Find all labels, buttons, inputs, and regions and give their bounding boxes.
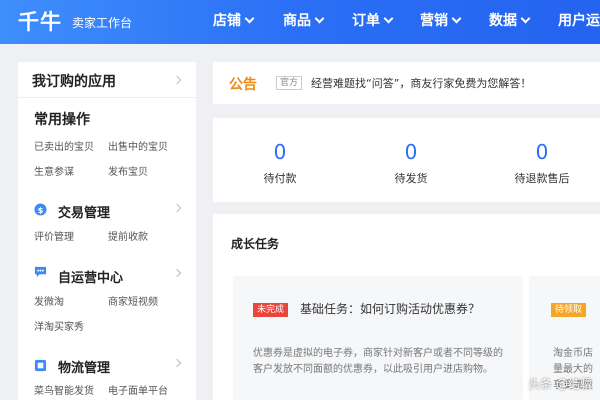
top-header: 千牛 卖家工作台 店铺 商品 订单 营销 数据 用户运: [0, 0, 600, 44]
stat-pending-shipment-label: 待发货: [394, 172, 428, 185]
sidebar-title: 我订购的应用: [32, 74, 116, 90]
link-post-weitao[interactable]: 发微淘: [34, 293, 64, 308]
task-card[interactable]: 未完成 基础任务：如何订购活动优惠券？ 优惠券是虚拟的电子券，商家针对新客户或者…: [233, 276, 523, 400]
order-stats: 0 待付款 0 待发货 0 待退款售后: [213, 118, 600, 202]
link-business-advisor[interactable]: 生意参谋: [34, 163, 74, 178]
sidebar: 我订购的应用 常用操作 已卖出的宝贝 出售中的宝贝 生意参谋 发布宝贝 $ 交易…: [18, 62, 196, 400]
watermark: 头条 @结骥: [528, 377, 592, 391]
link-buyer-show[interactable]: 洋淘买家秀: [34, 318, 84, 333]
nav-products[interactable]: 商品: [283, 10, 325, 30]
announcement-bar: 公告 官方 经营难题找“问答”，商友行家免费为您解答！: [213, 62, 600, 104]
status-badge: 待领取: [551, 303, 587, 317]
nav-marketing[interactable]: 营销: [420, 10, 462, 30]
chevron-right-icon: [172, 75, 182, 85]
link-early-payment[interactable]: 提前收款: [108, 228, 148, 243]
announcement-text[interactable]: 经营难题找“问答”，商友行家免费为您解答！: [311, 75, 531, 91]
section-title-trade: 交易管理: [58, 206, 111, 221]
yuan-icon: $: [34, 203, 47, 216]
link-review-management[interactable]: 评价管理: [34, 228, 74, 243]
svg-text:$: $: [38, 205, 44, 215]
link-cainiao-shipping[interactable]: 菜鸟智能发货: [34, 382, 94, 397]
chevron-down-icon: [314, 13, 325, 24]
task-title[interactable]: 基础任务：如何订购活动优惠券？: [300, 300, 480, 317]
status-badge: 未完成: [253, 303, 289, 317]
nav-shop[interactable]: 店铺: [213, 10, 255, 30]
chevron-right-icon[interactable]: [172, 203, 182, 213]
task-description: 优惠券是虚拟的电子券，商家针对新客户或者不同等级的客户发放不同面额的优惠券，以此…: [253, 348, 503, 375]
official-tag: 官方: [276, 76, 303, 90]
chevron-down-icon: [244, 13, 255, 24]
chevron-down-icon: [520, 13, 531, 24]
growth-tasks-title: 成长任务: [231, 237, 280, 251]
chevron-down-icon: [451, 13, 462, 24]
announcement-label: 公告: [229, 77, 257, 93]
nav-user-ops[interactable]: 用户运: [558, 10, 600, 30]
app-logo[interactable]: 千牛: [18, 6, 62, 36]
chat-bubble-icon: [34, 266, 47, 278]
link-short-video[interactable]: 商家短视频: [108, 293, 158, 308]
app-subtitle: 卖家工作台: [72, 16, 133, 30]
stat-pending-refund-label: 待退款售后: [514, 172, 570, 185]
stat-pending-refund-value[interactable]: 0: [502, 140, 582, 164]
nav-data[interactable]: 数据: [489, 10, 531, 30]
stat-pending-shipment-value[interactable]: 0: [371, 140, 451, 164]
chevron-right-icon[interactable]: [172, 268, 182, 278]
growth-tasks-panel: 成长任务 未完成 基础任务：如何订购活动优惠券？ 优惠券是虚拟的电子券，商家针对…: [213, 214, 600, 400]
logistics-icon: [34, 359, 47, 372]
chevron-right-icon[interactable]: [172, 358, 182, 368]
link-e-waybill[interactable]: 电子面单平台: [108, 382, 168, 397]
chevron-down-icon: [383, 13, 394, 24]
section-title-logistics: 物流管理: [58, 361, 111, 376]
link-on-sale-items[interactable]: 出售中的宝贝: [108, 138, 168, 153]
sidebar-header[interactable]: 我订购的应用: [18, 62, 196, 98]
link-publish-item[interactable]: 发布宝贝: [108, 163, 148, 178]
link-sold-items[interactable]: 已卖出的宝贝: [34, 138, 94, 153]
stat-pending-payment-label: 待付款: [263, 172, 297, 185]
section-title-common: 常用操作: [34, 112, 90, 128]
section-title-self-ops: 自运营中心: [58, 271, 124, 286]
stat-pending-payment-value[interactable]: 0: [240, 140, 320, 164]
nav-orders[interactable]: 订单: [352, 10, 394, 30]
